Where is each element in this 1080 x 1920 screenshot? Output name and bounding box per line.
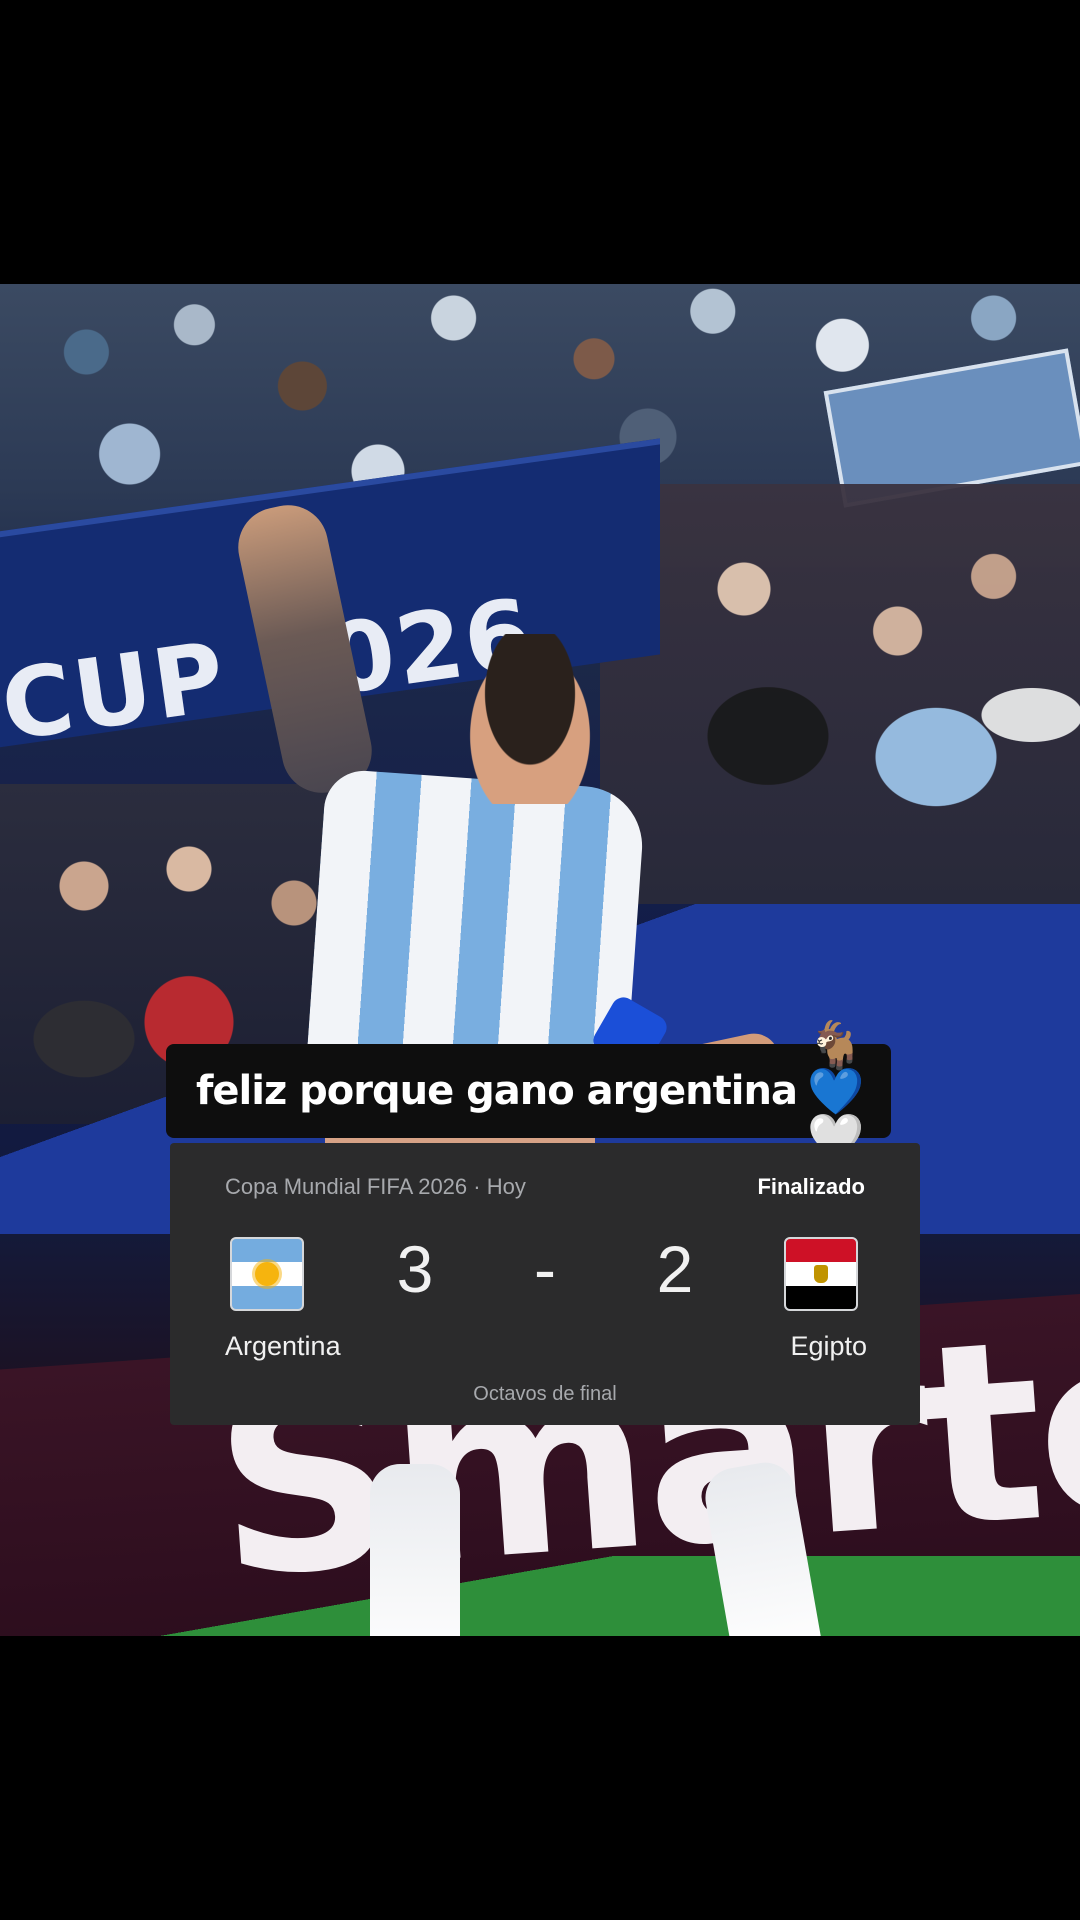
- away-team-name: Egipto: [790, 1331, 867, 1361]
- match-score-card[interactable]: Copa Mundial FIFA 2026 · Hoy Finalizado …: [170, 1143, 920, 1425]
- away-score: 2: [656, 1232, 694, 1306]
- player-head: [460, 634, 600, 804]
- score-separator: -: [534, 1232, 556, 1306]
- match-round: Octavos de final: [473, 1383, 617, 1405]
- score-card-header: Copa Mundial FIFA 2026 · Hoy Finalizado: [225, 1167, 865, 1207]
- home-score: 3: [396, 1232, 434, 1306]
- sun-of-may-icon: [255, 1262, 279, 1286]
- competition-label: Copa Mundial FIFA 2026 · Hoy: [225, 1174, 526, 1199]
- argentina-flag-icon: [230, 1237, 304, 1311]
- match-status: Finalizado: [757, 1174, 865, 1199]
- background-photo: CUP 2026 Smarter: [0, 284, 1080, 1636]
- player-left-leg: [370, 1464, 460, 1636]
- home-team-name: Argentina: [225, 1331, 341, 1361]
- caption-emojis: 🐐💙🤍: [806, 1018, 865, 1164]
- pitch-grass: [0, 1556, 1080, 1636]
- caption-text: feliz porque gano argentina: [196, 1068, 798, 1114]
- caption-overlay: feliz porque gano argentina 🐐💙🤍: [166, 1022, 891, 1160]
- eagle-of-saladin-icon: [814, 1265, 828, 1283]
- egypt-flag-icon: [784, 1237, 858, 1311]
